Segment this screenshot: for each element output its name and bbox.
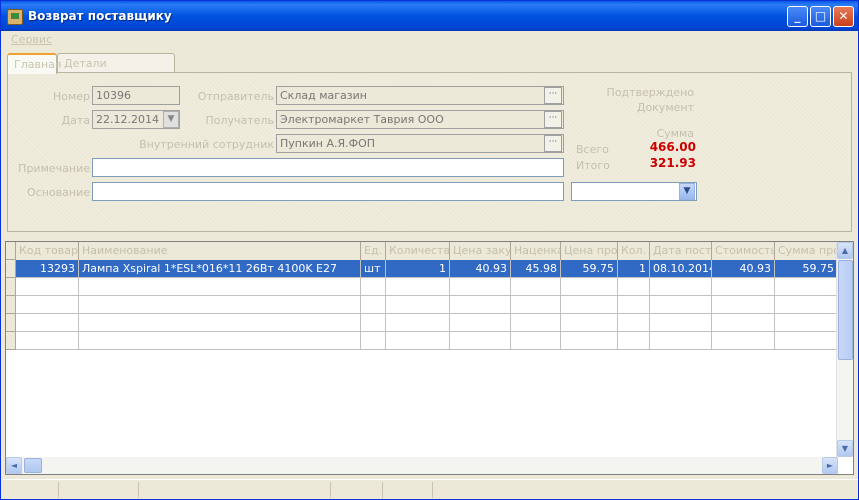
row-indicator[interactable]	[6, 332, 16, 350]
window-title: Возврат поставщику	[28, 9, 172, 23]
confirmed-label: Подтверждено	[606, 86, 694, 99]
sum-label-2: Итого	[576, 159, 610, 172]
receiver-label: Получатель	[205, 114, 274, 127]
status-bar	[3, 479, 858, 499]
scroll-down-icon[interactable]: ▼	[837, 440, 853, 457]
cell-buy-price[interactable]: 40.93	[450, 260, 511, 278]
receiver-browse-button[interactable]: ···	[544, 111, 562, 128]
sender-field[interactable]: Склад магазин	[276, 86, 564, 105]
cell-count[interactable]: 1	[618, 260, 650, 278]
tab-main[interactable]: Главная	[7, 53, 62, 74]
scroll-up-icon[interactable]: ▲	[837, 242, 853, 259]
sum-value-1: 466.00	[649, 140, 696, 154]
note-field[interactable]	[92, 158, 564, 177]
row-indicator[interactable]	[6, 260, 16, 278]
number-field[interactable]: 10396	[92, 86, 180, 105]
status-panel	[3, 482, 59, 498]
col-header-cost[interactable]: Стоимость	[712, 242, 775, 260]
cell-delivery-date[interactable]: 08.10.2014	[650, 260, 712, 278]
table-row[interactable]: 13293 Лампа Xspiral 1*ESL*016*11 26Вт 41…	[6, 260, 838, 278]
empty-row[interactable]	[6, 332, 838, 350]
row-indicator[interactable]	[6, 278, 16, 296]
maximize-button[interactable]: □	[810, 6, 831, 27]
menu-service[interactable]: Сервис	[11, 33, 52, 46]
note-label: Примечание	[18, 162, 90, 175]
empty-row[interactable]	[6, 278, 838, 296]
app-window: Возврат поставщику _ □ ✕ Сервис Главная …	[0, 0, 859, 500]
document-header-panel: Номер 10396 Дата 22.12.2014 ▼ Отправител…	[7, 72, 852, 232]
cell-name[interactable]: Лампа Xspiral 1*ESL*016*11 26Вт 4100K E2…	[79, 260, 361, 278]
app-icon	[7, 9, 23, 25]
col-header-qty[interactable]: Количество	[386, 242, 450, 260]
tab-details[interactable]: Детали документа	[57, 53, 175, 83]
cell-sell-price[interactable]: 59.75	[561, 260, 618, 278]
col-header-code[interactable]: Код товара	[16, 242, 79, 260]
col-header-sell-sum[interactable]: Сумма прод.	[775, 242, 838, 260]
menu-bar: Сервис	[3, 31, 858, 49]
date-value: 22.12.2014	[96, 113, 159, 126]
status-panel	[331, 482, 383, 498]
status-panel	[139, 482, 331, 498]
row-indicator-header	[6, 242, 16, 260]
scroll-left-icon[interactable]: ◄	[6, 457, 22, 474]
cell-cost[interactable]: 40.93	[712, 260, 775, 278]
sender-label: Отправитель	[197, 90, 274, 103]
cell-sell-sum[interactable]: 59.75	[775, 260, 838, 278]
cell-unit[interactable]: шт	[361, 260, 386, 278]
basis-combo-dropdown-icon[interactable]: ▼	[679, 183, 695, 200]
col-header-markup[interactable]: Наценка	[511, 242, 561, 260]
close-button[interactable]: ✕	[833, 6, 854, 27]
cell-markup[interactable]: 45.98	[511, 260, 561, 278]
minimize-button[interactable]: _	[787, 6, 808, 27]
vertical-scrollbar[interactable]: ▲ ▼	[836, 242, 853, 457]
col-header-count[interactable]: Кол.	[618, 242, 650, 260]
status-panel	[59, 482, 139, 498]
tab-strip: Главная Детали документа	[7, 53, 852, 83]
manager-label: Внутренний сотрудник	[139, 138, 274, 151]
document-status-label: Документ	[636, 101, 694, 114]
date-label: Дата	[61, 114, 90, 127]
sum-value-2: 321.93	[649, 156, 696, 170]
col-header-delivery-date[interactable]: Дата поставки	[650, 242, 712, 260]
basis-field[interactable]	[92, 182, 564, 201]
receiver-field[interactable]: Электромаркет Таврия ООО	[276, 110, 564, 129]
sum-label-1: Всего	[576, 143, 609, 156]
horizontal-scrollbar[interactable]: ◄ ►	[6, 457, 838, 474]
sender-browse-button[interactable]: ···	[544, 87, 562, 104]
cell-qty[interactable]: 1	[386, 260, 450, 278]
horizontal-scroll-thumb[interactable]	[24, 458, 42, 473]
col-header-unit[interactable]: Ед.	[361, 242, 386, 260]
items-grid[interactable]: Код товара Наименование Ед. Количество Ц…	[5, 241, 854, 475]
status-panel	[383, 482, 433, 498]
title-bar[interactable]: Возврат поставщику _ □ ✕	[1, 1, 858, 31]
empty-row[interactable]	[6, 296, 838, 314]
date-dropdown-icon[interactable]: ▼	[163, 111, 179, 128]
sum-caption: Сумма	[656, 127, 694, 140]
basis-label: Основание	[27, 186, 90, 199]
vertical-scroll-thumb[interactable]	[838, 260, 853, 360]
col-header-name[interactable]: Наименование	[79, 242, 361, 260]
empty-row[interactable]	[6, 314, 838, 332]
manager-field[interactable]: Пупкин А.Я.ФОП	[276, 134, 564, 153]
cell-code[interactable]: 13293	[16, 260, 79, 278]
col-header-sell-price[interactable]: Цена прод.	[561, 242, 618, 260]
row-indicator[interactable]	[6, 314, 16, 332]
grid-header-row: Код товара Наименование Ед. Количество Ц…	[6, 242, 838, 260]
row-indicator[interactable]	[6, 296, 16, 314]
manager-browse-button[interactable]: ···	[544, 135, 562, 152]
scroll-right-icon[interactable]: ►	[822, 457, 838, 474]
col-header-buy-price[interactable]: Цена закуп.	[450, 242, 511, 260]
number-label: Номер	[52, 90, 90, 103]
